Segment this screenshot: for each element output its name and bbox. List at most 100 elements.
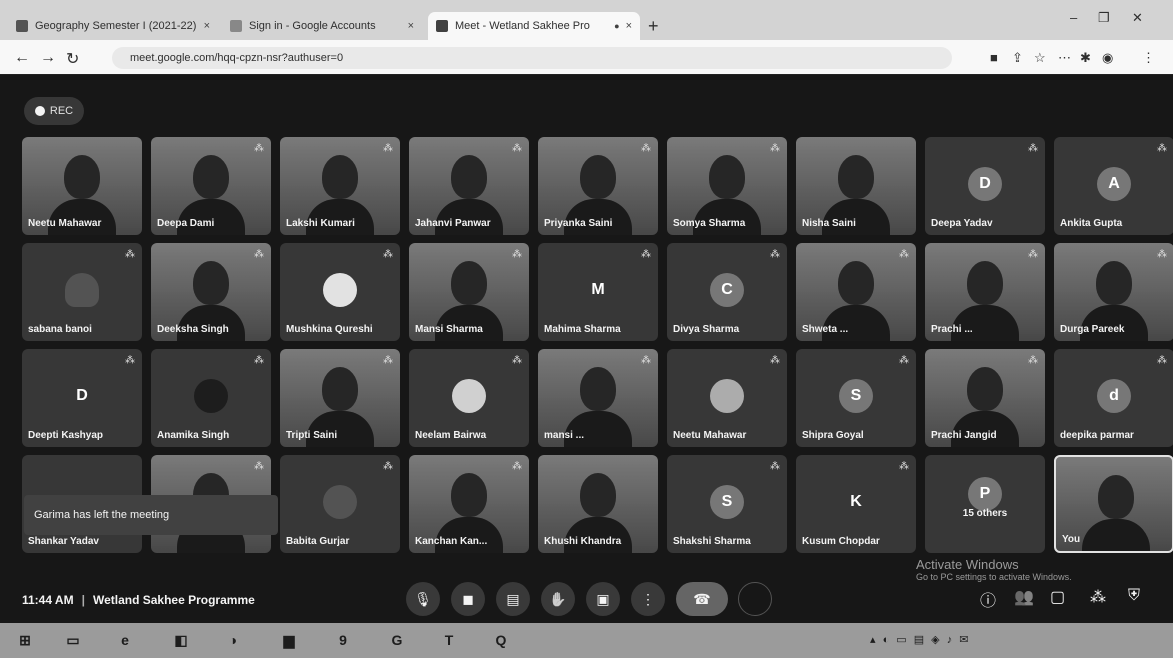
participant-tile[interactable]: ⁂ Tripti Saini xyxy=(280,349,400,447)
extra-control-ring[interactable] xyxy=(738,582,772,616)
participant-tile[interactable]: ⁂ Prachi ... xyxy=(925,243,1045,341)
participant-tile[interactable]: Neetu Mahawar xyxy=(22,137,142,235)
muted-icon: ⁂ xyxy=(1157,355,1167,366)
maximize-icon[interactable]: ❐ xyxy=(1098,10,1110,26)
teams-icon[interactable]: T xyxy=(436,627,462,653)
share-icon[interactable]: ⇪ xyxy=(1012,50,1023,66)
participant-tile[interactable]: ⁂ Deeksha Singh xyxy=(151,243,271,341)
back-icon[interactable]: ← xyxy=(14,49,30,67)
more-options-button[interactable]: ⋮ xyxy=(631,582,665,616)
participant-tile[interactable]: S ⁂ Shakshi Sharma xyxy=(667,455,787,553)
profile-icon[interactable]: ◉ xyxy=(1102,50,1113,66)
chat-icon[interactable]: ▢ xyxy=(1050,587,1065,607)
windows-start-icon[interactable]: ⊞ xyxy=(12,627,38,653)
participant-tile[interactable]: M ⁂ Mahima Sharma xyxy=(538,243,658,341)
participant-tile[interactable]: A ⁂ Ankita Gupta xyxy=(1054,137,1173,235)
video-feed xyxy=(322,155,358,199)
participant-tile[interactable]: ⁂ Babita Gurjar xyxy=(280,455,400,553)
tab-label: Sign in - Google Accounts xyxy=(249,20,376,32)
participant-tile[interactable]: D ⁂ Deepa Yadav xyxy=(925,137,1045,235)
participant-tile[interactable]: ⁂ Somya Sharma xyxy=(667,137,787,235)
task-view-icon[interactable]: ▭ xyxy=(60,627,86,653)
info-icon[interactable]: ⓘ xyxy=(980,587,996,611)
close-icon[interactable]: × xyxy=(408,20,414,32)
tab-geography[interactable]: Geography Semester I (2021-22) × xyxy=(8,12,218,40)
participant-tile[interactable]: ⁂ Priyanka Saini xyxy=(538,137,658,235)
puzzle-icon[interactable]: ✱ xyxy=(1080,50,1091,66)
activities-icon[interactable]: ⁂ xyxy=(1090,587,1106,607)
participant-tile[interactable]: ⁂ sabana banoi xyxy=(22,243,142,341)
participant-tile[interactable]: ⁂ Deepa Dami xyxy=(151,137,271,235)
system-tray[interactable]: ▴ ◐ ▭ ▤ ◈ ♪ ✉ xyxy=(870,633,970,646)
leave-call-button[interactable]: ☎ xyxy=(676,582,728,616)
app-active-icon[interactable]: Q xyxy=(488,627,514,653)
avatar-photo xyxy=(323,485,357,519)
file-explorer-icon[interactable]: ▆ xyxy=(276,627,302,653)
participant-tile[interactable]: ⁂ Neelam Bairwa xyxy=(409,349,529,447)
muted-icon: ⁂ xyxy=(383,143,393,154)
participant-tile[interactable]: K ⁂ Kusum Chopdar xyxy=(796,455,916,553)
participant-tile[interactable]: ⁂ Anamika Singh xyxy=(151,349,271,447)
app-icon[interactable]: 9 xyxy=(330,627,356,653)
more-options-icon: ⋮ xyxy=(641,590,655,607)
participant-tile[interactable]: Khushi Khandra xyxy=(538,455,658,553)
window-close-icon[interactable]: ✕ xyxy=(1132,10,1143,26)
participant-name: Mahima Sharma xyxy=(544,324,621,335)
reload-icon[interactable]: ↻ xyxy=(66,49,79,69)
video-feed xyxy=(580,473,616,517)
camera-in-use-icon[interactable]: ■ xyxy=(990,50,998,65)
avatar: M xyxy=(591,281,605,298)
tab-google-signin[interactable]: Sign in - Google Accounts × xyxy=(222,12,422,40)
minimize-icon[interactable]: – xyxy=(1070,10,1077,25)
muted-icon: ⁂ xyxy=(1157,249,1167,260)
participant-tile[interactable]: Nisha Saini xyxy=(796,137,916,235)
participant-tile[interactable]: d ⁂ deepika parmar xyxy=(1054,349,1173,447)
video-feed xyxy=(451,261,487,305)
camera-button[interactable]: ◼ xyxy=(451,582,485,616)
self-view-tile[interactable]: You xyxy=(1054,455,1173,553)
captions-button[interactable]: ▤ xyxy=(496,582,530,616)
avatar-photo xyxy=(710,379,744,413)
participant-tile[interactable]: ⁂ Prachi Jangid xyxy=(925,349,1045,447)
people-icon[interactable]: 👥 xyxy=(1014,587,1034,607)
raise-hand-button[interactable]: ✋ xyxy=(541,582,575,616)
google-classroom-icon[interactable]: G xyxy=(384,627,410,653)
edge-icon[interactable]: e xyxy=(112,627,138,653)
extension-icon[interactable]: ⋯ xyxy=(1058,50,1071,66)
participant-name: Durga Pareek xyxy=(1060,324,1125,335)
tab-meet[interactable]: Meet - Wetland Sakhee Pro ● × xyxy=(428,12,640,40)
store-icon[interactable]: ◧ xyxy=(168,627,194,653)
close-icon[interactable]: × xyxy=(626,20,632,32)
participant-tile[interactable]: D ⁂ Deepti Kashyap xyxy=(22,349,142,447)
self-video-feed xyxy=(1098,475,1134,519)
bookmark-star-icon[interactable]: ☆ xyxy=(1034,50,1046,66)
participant-name: Nisha Saini xyxy=(802,218,856,229)
chrome-icon[interactable]: ◑ xyxy=(220,627,246,653)
participant-tile[interactable]: ⁂ Mansi Sharma xyxy=(409,243,529,341)
forward-icon[interactable]: → xyxy=(40,49,56,67)
close-icon[interactable]: × xyxy=(204,20,210,32)
participant-tile[interactable]: ⁂ mansi ... xyxy=(538,349,658,447)
participant-tile[interactable]: ⁂ Shweta ... xyxy=(796,243,916,341)
host-controls-icon[interactable]: ⛨ xyxy=(1128,587,1140,605)
url-field[interactable]: meet.google.com/hqq-cpzn-nsr?authuser=0 xyxy=(112,47,952,69)
participant-tile[interactable]: C ⁂ Divya Sharma xyxy=(667,243,787,341)
present-button[interactable]: ▣ xyxy=(586,582,620,616)
address-bar-row: ← → ↻ meet.google.com/hqq-cpzn-nsr?authu… xyxy=(0,40,1173,74)
muted-icon: ⁂ xyxy=(770,355,780,366)
participant-tile[interactable]: ⁂ Kanchan Kan... xyxy=(409,455,529,553)
participant-tile[interactable]: ⁂ Durga Pareek xyxy=(1054,243,1173,341)
participant-tile[interactable]: S ⁂ Shipra Goyal xyxy=(796,349,916,447)
overflow-participants-tile[interactable]: P 15 others xyxy=(925,455,1045,553)
video-feed xyxy=(838,261,874,305)
avatar: S xyxy=(839,379,873,413)
participant-tile[interactable]: ⁂ Lakshi Kumari xyxy=(280,137,400,235)
microphone-button[interactable]: 🎙 xyxy=(406,582,440,616)
participant-tile[interactable]: ⁂ Jahanvi Panwar xyxy=(409,137,529,235)
participant-tile[interactable]: ⁂ Neetu Mahawar xyxy=(667,349,787,447)
video-feed xyxy=(322,367,358,411)
new-tab-button[interactable]: + xyxy=(648,16,659,37)
menu-kebab-icon[interactable]: ⋮ xyxy=(1142,50,1155,66)
video-feed xyxy=(580,367,616,411)
participant-tile[interactable]: ⁂ Mushkina Qureshi xyxy=(280,243,400,341)
